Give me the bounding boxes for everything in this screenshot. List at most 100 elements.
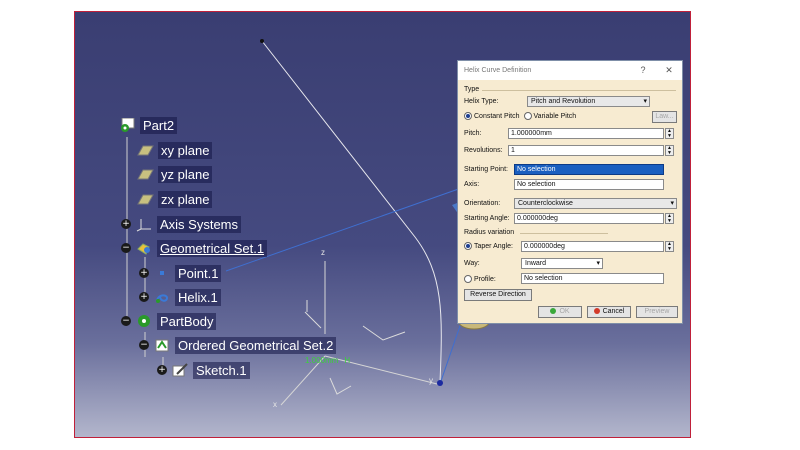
partbody-icon bbox=[136, 314, 153, 329]
profile-radio[interactable] bbox=[464, 275, 472, 283]
tree-item-partbody[interactable]: − PartBody bbox=[121, 311, 217, 331]
taper-angle-radio[interactable] bbox=[464, 242, 472, 250]
plane-corner-3 bbox=[329, 377, 352, 395]
chevron-down-icon: ▾ bbox=[643, 98, 647, 105]
cancel-icon bbox=[593, 308, 600, 315]
part-icon bbox=[119, 117, 136, 133]
pitch-label: Pitch: bbox=[464, 130, 482, 137]
axis-origin-point bbox=[437, 380, 443, 386]
way-select[interactable]: Inward ▾ bbox=[521, 258, 603, 269]
helix-curve-definition-dialog[interactable]: Helix Curve Definition ? ✕ Type Helix Ty… bbox=[457, 60, 683, 324]
z-axis-label: z bbox=[321, 248, 325, 257]
dialog-title: Helix Curve Definition bbox=[464, 67, 532, 74]
y-axis-label: y bbox=[429, 376, 433, 385]
constant-pitch-label: Constant Pitch bbox=[474, 112, 520, 120]
pitch-spinner[interactable]: ▲ ▼ bbox=[665, 128, 674, 139]
point-icon bbox=[154, 266, 171, 281]
way-label: Way: bbox=[464, 260, 480, 267]
expand-icon[interactable]: + bbox=[121, 219, 131, 229]
tree-item-axis-systems[interactable]: + Axis Systems bbox=[121, 214, 242, 234]
tree-item-label: PartBody bbox=[157, 312, 217, 330]
tree-item-ordered-geometrical-set-2[interactable]: − Ordered Geometrical Set.2 bbox=[139, 335, 337, 355]
plane-icon bbox=[137, 143, 154, 158]
type-section-label: Type bbox=[464, 86, 480, 93]
revolutions-label: Revolutions: bbox=[464, 147, 503, 154]
profile-label: Profile: bbox=[474, 275, 496, 283]
pitch-input[interactable]: 1.000000mm bbox=[508, 128, 664, 139]
law-button[interactable]: Law... bbox=[652, 111, 677, 123]
x-axis-label: x bbox=[273, 400, 277, 409]
tree-item-xy-plane[interactable]: xy plane bbox=[137, 140, 213, 160]
profile-field[interactable]: No selection bbox=[521, 273, 664, 284]
pitch-mode-row: Constant Pitch Variable Pitch bbox=[464, 112, 576, 120]
ordered-geometrical-set-icon bbox=[154, 338, 171, 353]
taper-angle-label: Taper Angle: bbox=[474, 242, 513, 250]
constant-pitch-radio[interactable] bbox=[464, 112, 472, 120]
tree-item-label: xy plane bbox=[158, 141, 213, 159]
axis-field[interactable]: No selection bbox=[514, 179, 664, 190]
helix-curve bbox=[261, 40, 442, 383]
expand-icon[interactable]: + bbox=[139, 268, 149, 278]
tree-item-geometrical-set-1[interactable]: − Geometrical Set.1 bbox=[121, 238, 268, 258]
helix-type-label: Helix Type: bbox=[464, 98, 499, 105]
taper-angle-row: Taper Angle: bbox=[464, 242, 513, 250]
curve-start-point bbox=[260, 39, 264, 43]
close-button[interactable]: ✕ bbox=[662, 64, 676, 76]
collapse-icon[interactable]: − bbox=[121, 316, 131, 326]
tree-item-label: yz plane bbox=[158, 165, 213, 183]
cancel-button[interactable]: Cancel bbox=[587, 306, 631, 318]
type-section-divider bbox=[482, 90, 676, 91]
reverse-direction-button[interactable]: Reverse Direction bbox=[464, 289, 532, 301]
profile-row: Profile: bbox=[464, 275, 496, 283]
radius-section-divider bbox=[520, 233, 608, 234]
axis-system-icon bbox=[136, 217, 153, 232]
expand-icon[interactable]: + bbox=[157, 365, 167, 375]
tree-item-label: zx plane bbox=[158, 190, 213, 208]
taper-angle-spinner[interactable]: ▲ ▼ bbox=[665, 241, 674, 252]
tree-item-helix-1[interactable]: + Helix.1 bbox=[139, 287, 221, 307]
tree-item-point-1[interactable]: + Point.1 bbox=[139, 263, 222, 283]
sketch-icon bbox=[172, 362, 189, 378]
tree-item-label: Helix.1 bbox=[175, 288, 221, 306]
tree-item-label: Geometrical Set.1 bbox=[157, 239, 268, 257]
chevron-down-icon: ▾ bbox=[670, 200, 674, 207]
orientation-select[interactable]: Counterclockwise ▾ bbox=[514, 198, 677, 209]
starting-angle-label: Starting Angle: bbox=[464, 215, 510, 222]
tree-item-label: Ordered Geometrical Set.2 bbox=[175, 336, 337, 354]
ok-button[interactable]: OK bbox=[538, 306, 582, 318]
tree-item-yz-plane[interactable]: yz plane bbox=[137, 164, 213, 184]
plane-icon bbox=[137, 192, 154, 207]
revolutions-spinner[interactable]: ▲ ▼ bbox=[665, 145, 674, 156]
dimension-label[interactable]: 1.000mm H bbox=[305, 356, 350, 365]
tree-item-label: Part2 bbox=[140, 116, 178, 134]
radius-variation-section-label: Radius variation bbox=[464, 229, 515, 236]
tree-item-zx-plane[interactable]: zx plane bbox=[137, 189, 213, 209]
starting-point-field[interactable]: No selection bbox=[514, 164, 664, 175]
taper-angle-input[interactable]: 0.000000deg bbox=[521, 241, 664, 252]
tree-item-part2[interactable]: Part2 bbox=[119, 115, 178, 135]
helix-icon bbox=[154, 290, 171, 305]
tree-item-sketch-1[interactable]: + Sketch.1 bbox=[157, 360, 250, 380]
tree-item-label: Axis Systems bbox=[157, 215, 242, 233]
geometrical-set-icon bbox=[136, 241, 153, 256]
collapse-icon[interactable]: − bbox=[121, 243, 131, 253]
variable-pitch-radio[interactable] bbox=[523, 112, 532, 120]
axis-label: Axis: bbox=[464, 181, 480, 188]
variable-pitch-label: Variable Pitch bbox=[533, 112, 577, 120]
plane-corner-4 bbox=[304, 311, 322, 329]
preview-button[interactable]: Preview bbox=[636, 306, 678, 318]
orientation-label: Orientation: bbox=[464, 200, 501, 207]
revolutions-input[interactable]: 1 bbox=[508, 145, 664, 156]
helix-type-select[interactable]: Pitch and Revolution ▾ bbox=[527, 96, 650, 107]
ok-icon bbox=[550, 308, 557, 315]
dialog-titlebar[interactable]: Helix Curve Definition ? ✕ bbox=[458, 61, 682, 80]
expand-icon[interactable]: + bbox=[139, 292, 149, 302]
starting-angle-spinner[interactable]: ▲ ▼ bbox=[665, 213, 674, 224]
starting-point-label: Starting Point: bbox=[464, 166, 508, 173]
tree-item-label: Point.1 bbox=[175, 264, 222, 282]
collapse-icon[interactable]: − bbox=[139, 340, 149, 350]
plane-icon bbox=[137, 167, 154, 182]
chevron-down-icon: ▾ bbox=[596, 260, 600, 267]
starting-angle-input[interactable]: 0.000000deg bbox=[514, 213, 664, 224]
help-button[interactable]: ? bbox=[636, 64, 650, 76]
